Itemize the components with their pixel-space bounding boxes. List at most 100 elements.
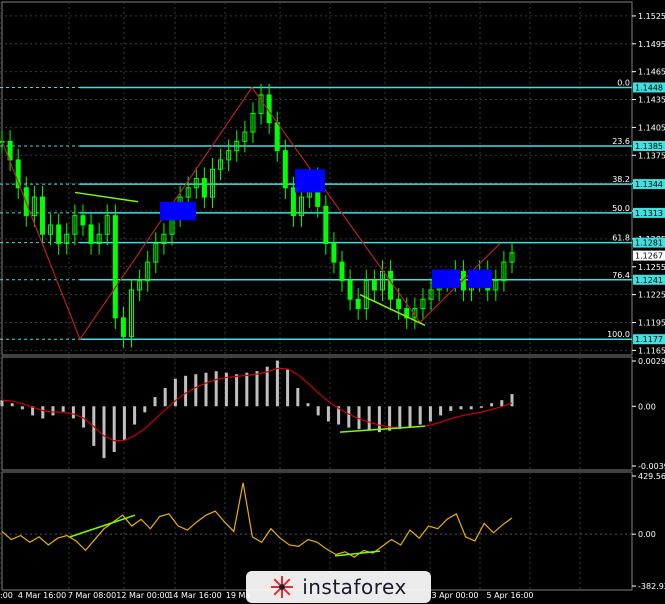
candle-body (201, 178, 207, 198)
price-tick-label: 1.1165 (638, 346, 665, 355)
signal-box (432, 269, 460, 289)
macd-bar (112, 406, 116, 452)
x-tick-label: 5 Apr 16:00 (486, 591, 533, 600)
macd-bar (153, 397, 157, 407)
macd-bar (214, 371, 218, 407)
price-tick-label: 1.1465 (638, 68, 665, 77)
candle-body (331, 243, 337, 263)
candle-body (282, 150, 288, 189)
macd-bar (326, 406, 330, 422)
price-tick-label: 1.1375 (638, 151, 665, 160)
macd-panel (0, 360, 514, 459)
macd-bar (316, 406, 320, 416)
macd-tick-label: -0.00392 (638, 462, 665, 471)
fib-label: 100.0 (607, 330, 630, 339)
candle-body (355, 298, 361, 310)
oscillator-panel (0, 482, 632, 558)
macd-bar (143, 406, 147, 413)
macd-bar (428, 406, 432, 422)
fib-price-label: 1.1448 (635, 83, 663, 92)
grid (0, 1, 633, 591)
macd-bar (0, 400, 4, 407)
price-tick-label: 1.1255 (638, 263, 665, 272)
candle-body (371, 280, 377, 291)
candle-body (56, 224, 62, 245)
fib-price-label: 1.1177 (635, 335, 663, 344)
osc-tick-label: 429.56 (638, 472, 665, 481)
macd-bar (439, 406, 443, 416)
x-tick-label: 4 Mar 16:00 (18, 591, 66, 600)
macd-bar (479, 406, 483, 408)
price-tick-label: 1.1195 (638, 318, 665, 327)
macd-bar (377, 406, 381, 433)
macd-bar (459, 406, 463, 410)
macd-bar (510, 394, 514, 407)
macd-tick-label: 0.00 (638, 402, 656, 411)
x-tick-label: 7 Mar 08:00 (68, 591, 116, 600)
candle-body (290, 187, 296, 217)
candle-body (339, 261, 345, 282)
fib-levels: 0.0 23.6 38.2 50.0 61.8 76.4 100.0 (0, 78, 632, 340)
signal-box (160, 201, 196, 221)
fib-label: 50.0 (612, 204, 630, 213)
candle-body (323, 205, 329, 245)
macd-bar (367, 406, 371, 431)
macd-bar (71, 406, 75, 419)
price-tick-label: 1.1495 (638, 40, 665, 49)
macd-bar (255, 371, 259, 407)
current-price-label: 1.1267 (635, 252, 663, 261)
candle-body (80, 215, 86, 226)
macd-bar (408, 406, 412, 428)
price-tick-label: 1.1405 (638, 123, 665, 132)
candle-body (39, 196, 45, 235)
candle-body (347, 280, 353, 300)
macd-bar (296, 387, 300, 407)
candle-body (396, 298, 402, 310)
fib-label: 61.8 (612, 234, 630, 243)
x-tick-label: 3 Apr 00:00 (431, 591, 478, 600)
macd-bar (122, 406, 126, 440)
candle-body (274, 122, 280, 152)
x-tick-label: 12 Mar 00:00 (116, 591, 169, 600)
fib-price-label: 1.1313 (635, 209, 663, 218)
macd-divergence-line (339, 425, 426, 433)
macd-bar (286, 369, 290, 407)
candle-body (120, 317, 126, 337)
macd-bar (490, 403, 494, 407)
macd-bar (235, 374, 239, 407)
macd-bar (102, 406, 106, 459)
candle-body (88, 224, 94, 245)
instaforex-logo-icon (271, 576, 294, 598)
macd-bar (398, 406, 402, 430)
macd-bar (61, 406, 65, 413)
candle-body (112, 215, 118, 319)
fib-price-label: 1.1241 (635, 276, 663, 285)
candle-body (388, 270, 394, 300)
x-tick-label: 14 Mar 16:00 (168, 591, 221, 600)
macd-bar (194, 374, 198, 407)
fib-label: 23.6 (612, 137, 630, 146)
watermark-text: instaforex (302, 575, 407, 599)
macd-bar (184, 375, 188, 407)
macd-bar (163, 387, 167, 407)
signal-box (295, 169, 325, 193)
macd-bar (347, 406, 351, 428)
fib-label: 76.4 (612, 271, 630, 280)
macd-bar (41, 406, 45, 419)
fib-label: 0.0 (617, 78, 630, 87)
osc-divergence-line (69, 514, 136, 538)
osc-tick-label: -382.939 (638, 582, 665, 591)
signal-box (468, 269, 492, 289)
macd-bar (20, 406, 24, 410)
macd-bar (10, 403, 14, 407)
macd-bar (418, 406, 422, 425)
macd-bar (51, 406, 55, 416)
macd-bar (275, 360, 279, 407)
macd-bar (469, 406, 473, 410)
macd-bar (500, 400, 504, 407)
price-tick-label: 1.1225 (638, 291, 665, 300)
osc-line (1, 482, 513, 558)
fib-price-label: 1.1385 (635, 142, 663, 151)
x-label-prefix: :00 (0, 591, 13, 600)
price-tick-label: 1.1525 (638, 12, 665, 21)
